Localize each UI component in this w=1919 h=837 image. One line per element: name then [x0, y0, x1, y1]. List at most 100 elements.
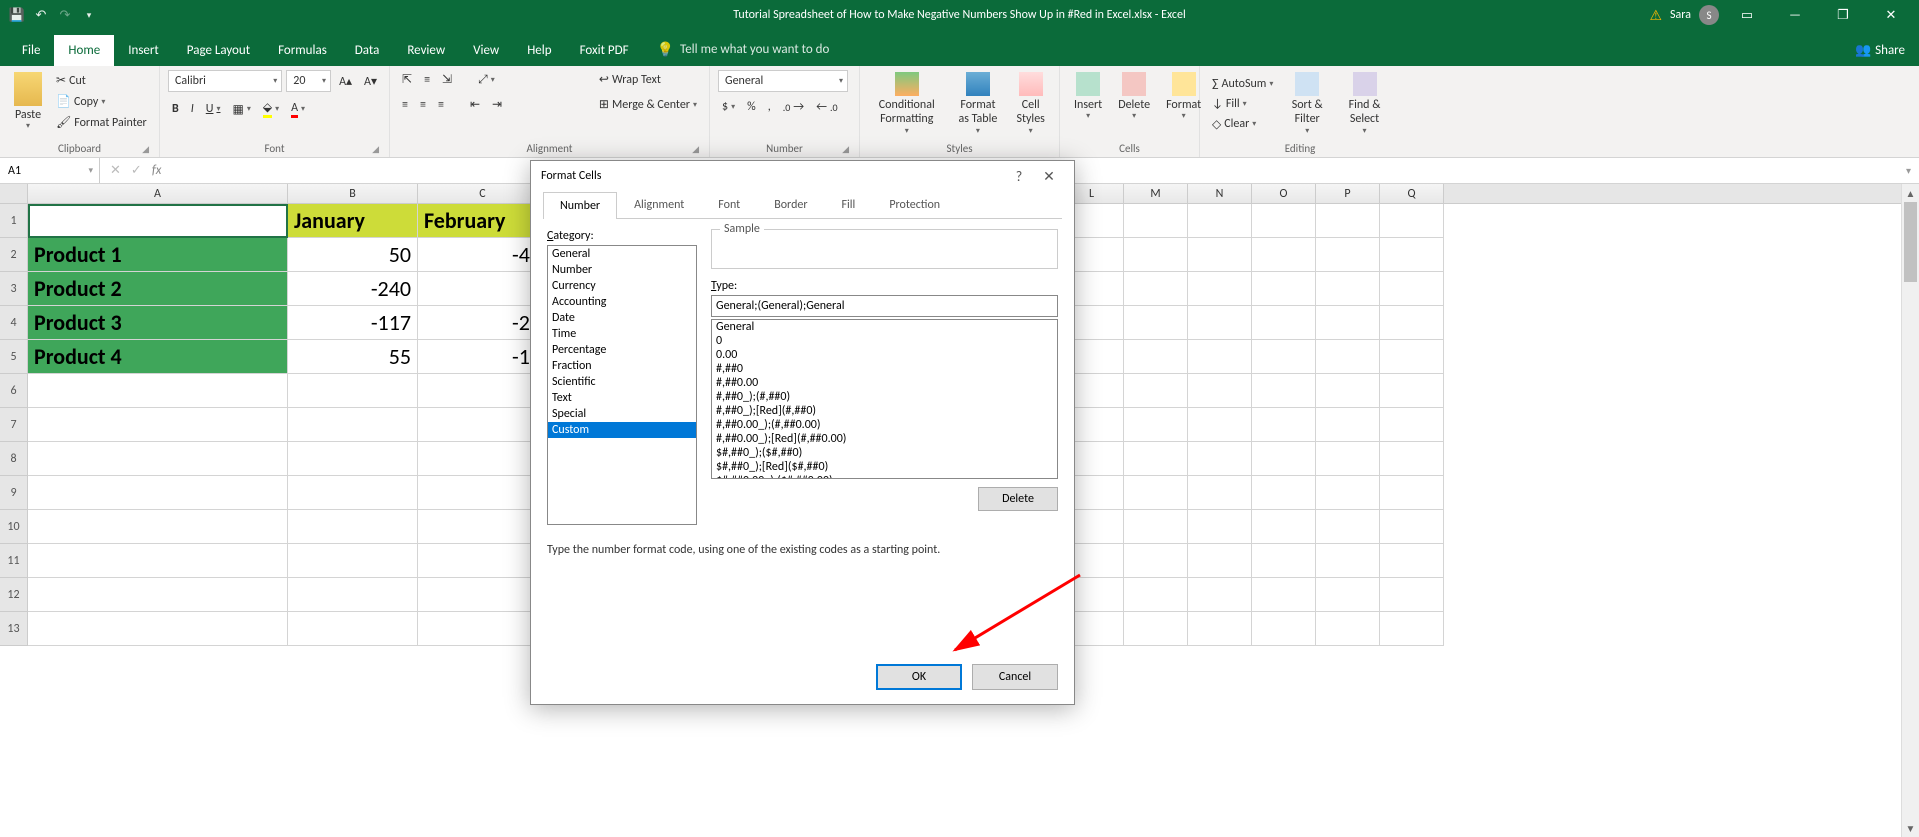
- share-button[interactable]: 👥Share: [1841, 35, 1919, 66]
- comma-format-icon[interactable]: ,: [764, 98, 775, 116]
- cell[interactable]: 50: [288, 238, 418, 272]
- cell[interactable]: [1252, 238, 1316, 272]
- clear-button[interactable]: ◇ Clear ▾: [1208, 115, 1277, 134]
- cell[interactable]: [1316, 306, 1380, 340]
- delete-cells-button[interactable]: Delete▾: [1112, 70, 1156, 124]
- align-top-icon[interactable]: ⇱: [398, 70, 416, 89]
- cell[interactable]: [1252, 476, 1316, 510]
- font-size-dropdown[interactable]: 20: [286, 70, 331, 92]
- number-launcher-icon[interactable]: ◢: [842, 144, 849, 155]
- percent-format-icon[interactable]: %: [743, 98, 760, 116]
- cell[interactable]: [28, 510, 288, 544]
- cell[interactable]: [1380, 544, 1444, 578]
- type-item[interactable]: #,##0.00: [712, 376, 1057, 390]
- increase-font-icon[interactable]: A▴: [335, 72, 356, 91]
- type-item[interactable]: #,##0: [712, 362, 1057, 376]
- cell[interactable]: [1188, 476, 1252, 510]
- cell[interactable]: [1188, 578, 1252, 612]
- cell[interactable]: [1380, 408, 1444, 442]
- autosum-button[interactable]: ∑ AutoSum ▾: [1208, 75, 1277, 93]
- cell[interactable]: [28, 374, 288, 408]
- cell[interactable]: [418, 578, 548, 612]
- cell[interactable]: [1124, 408, 1188, 442]
- tab-help[interactable]: Help: [513, 35, 565, 66]
- qat-customize-icon[interactable]: ▾: [80, 6, 98, 24]
- dialog-close-icon[interactable]: ✕: [1034, 168, 1064, 185]
- cell[interactable]: [1252, 510, 1316, 544]
- scroll-down-icon[interactable]: ▼: [1902, 819, 1919, 837]
- expand-formula-bar-icon[interactable]: ▾: [1898, 164, 1919, 177]
- cell[interactable]: [28, 578, 288, 612]
- ribbon-display-icon[interactable]: ▭: [1727, 0, 1767, 30]
- cell[interactable]: February: [418, 204, 548, 238]
- row-header[interactable]: 3: [0, 272, 28, 306]
- type-item[interactable]: #,##0.00_);(#,##0.00): [712, 418, 1057, 432]
- clipboard-launcher-icon[interactable]: ◢: [142, 144, 149, 155]
- align-middle-icon[interactable]: ≡: [420, 71, 434, 89]
- cell[interactable]: [288, 510, 418, 544]
- cell[interactable]: [1188, 238, 1252, 272]
- dialog-titlebar[interactable]: Format Cells ? ✕: [531, 161, 1074, 191]
- col-header-M[interactable]: M: [1124, 184, 1188, 203]
- number-format-dropdown[interactable]: General: [718, 70, 848, 92]
- cell[interactable]: 55: [288, 340, 418, 374]
- fx-icon[interactable]: fx: [152, 163, 162, 178]
- cell[interactable]: [1188, 510, 1252, 544]
- category-item[interactable]: Scientific: [548, 374, 696, 390]
- close-icon[interactable]: ✕: [1871, 0, 1911, 30]
- decrease-indent-icon[interactable]: ⇤: [466, 95, 484, 114]
- cell[interactable]: [288, 476, 418, 510]
- font-name-dropdown[interactable]: Calibri: [168, 70, 282, 92]
- orientation-icon[interactable]: ⤢ ▾: [474, 71, 499, 89]
- type-input[interactable]: [711, 295, 1058, 317]
- cell[interactable]: [288, 442, 418, 476]
- name-box[interactable]: A1: [0, 158, 100, 183]
- cell[interactable]: [1188, 408, 1252, 442]
- increase-indent-icon[interactable]: ⇥: [488, 95, 506, 114]
- cell[interactable]: [1316, 374, 1380, 408]
- alignment-launcher-icon[interactable]: ◢: [692, 144, 699, 155]
- font-color-button[interactable]: A ▾: [287, 99, 309, 120]
- cell[interactable]: [1316, 510, 1380, 544]
- maximize-icon[interactable]: ❐: [1823, 0, 1863, 30]
- type-list[interactable]: General00.00#,##0#,##0.00#,##0_);(#,##0)…: [711, 319, 1058, 479]
- format-painter-button[interactable]: 🖌Format Painter: [52, 113, 151, 132]
- cell[interactable]: [1252, 272, 1316, 306]
- category-item[interactable]: Date: [548, 310, 696, 326]
- cell[interactable]: [1380, 510, 1444, 544]
- cell[interactable]: [1188, 272, 1252, 306]
- cell[interactable]: -117: [288, 306, 418, 340]
- cell[interactable]: [1380, 578, 1444, 612]
- undo-icon[interactable]: ↶: [32, 6, 50, 24]
- tab-review[interactable]: Review: [393, 35, 459, 66]
- cell[interactable]: [1252, 204, 1316, 238]
- type-item[interactable]: #,##0_);[Red](#,##0): [712, 404, 1057, 418]
- redo-icon[interactable]: ↷: [56, 6, 74, 24]
- align-center-icon[interactable]: ≡: [416, 96, 430, 114]
- dialog-tab-fill[interactable]: Fill: [825, 191, 873, 218]
- warning-icon[interactable]: ⚠: [1649, 7, 1662, 24]
- cell[interactable]: [28, 612, 288, 646]
- cell[interactable]: [1124, 578, 1188, 612]
- cell[interactable]: [1124, 374, 1188, 408]
- col-header-Q[interactable]: Q: [1380, 184, 1444, 203]
- type-item[interactable]: 0: [712, 334, 1057, 348]
- cell[interactable]: [1380, 374, 1444, 408]
- format-as-table-button[interactable]: Format as Table▾: [949, 70, 1006, 138]
- cancel-formula-icon[interactable]: ✕: [110, 163, 121, 178]
- row-header[interactable]: 4: [0, 306, 28, 340]
- cell[interactable]: [288, 544, 418, 578]
- cell[interactable]: [1316, 578, 1380, 612]
- cell[interactable]: January: [288, 204, 418, 238]
- cell[interactable]: [1252, 578, 1316, 612]
- cell[interactable]: [1252, 612, 1316, 646]
- align-left-icon[interactable]: ≡: [398, 96, 412, 114]
- cell[interactable]: -11: [418, 340, 548, 374]
- cell[interactable]: [28, 442, 288, 476]
- delete-button[interactable]: Delete: [978, 487, 1058, 511]
- cell[interactable]: [1380, 442, 1444, 476]
- cell[interactable]: [1188, 544, 1252, 578]
- row-header[interactable]: 8: [0, 442, 28, 476]
- borders-button[interactable]: ▦ ▾: [228, 100, 254, 119]
- cell[interactable]: [1124, 306, 1188, 340]
